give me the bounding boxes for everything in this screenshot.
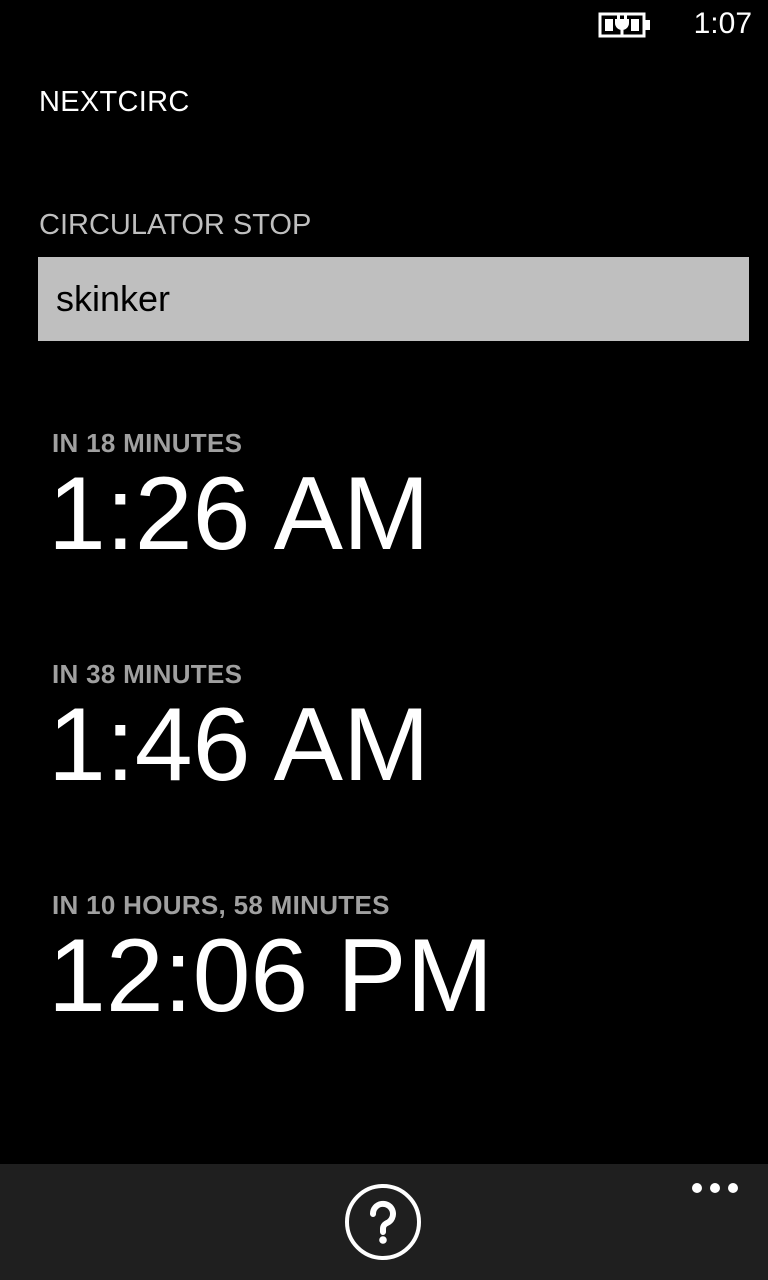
- app-bar: [0, 1164, 768, 1280]
- app-title: NEXTCIRC: [39, 86, 190, 118]
- stop-field-label: CIRCULATOR STOP: [39, 209, 312, 241]
- arrival-relative-time: IN 38 MINUTES: [52, 659, 243, 689]
- arrival-relative-time: IN 10 HOURS, 58 MINUTES: [52, 890, 390, 920]
- ellipsis-icon: [692, 1183, 702, 1193]
- status-bar: 1:07: [0, 0, 768, 48]
- arrival-relative-time: IN 18 MINUTES: [52, 428, 243, 458]
- arrival-item: IN 38 MINUTES 1:46 AM: [48, 659, 752, 799]
- more-options-button[interactable]: [690, 1180, 740, 1198]
- help-button[interactable]: [345, 1184, 421, 1260]
- arrival-item: IN 18 MINUTES 1:26 AM: [48, 428, 752, 568]
- arrival-item: IN 10 HOURS, 58 MINUTES 12:06 PM: [48, 890, 752, 1030]
- battery-charging-icon: [598, 11, 652, 39]
- status-clock: 1:07: [693, 7, 752, 40]
- arrival-clock-time: 12:06 PM: [48, 918, 494, 1034]
- stop-search-input[interactable]: [38, 257, 749, 341]
- arrival-clock-time: 1:46 AM: [48, 687, 430, 803]
- arrival-clock-time: 1:26 AM: [48, 456, 430, 572]
- question-mark-icon: [369, 1200, 396, 1244]
